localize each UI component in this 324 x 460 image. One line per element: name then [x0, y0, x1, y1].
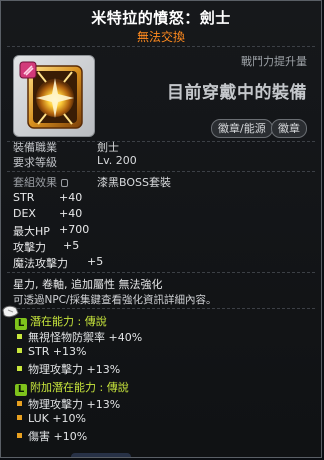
golden-emblem-icon — [19, 61, 83, 129]
bullet-icon — [17, 334, 22, 339]
untradeable-label: 無法交換 — [136, 30, 185, 44]
bullet-icon — [17, 366, 22, 371]
potential-label: 潛在能力 : 傳說 — [30, 315, 107, 328]
bonus-potential-line: 物理攻擊力 +13% — [17, 396, 120, 412]
bonus-potential-label: 附加潛在能力 : 傳說 — [30, 381, 129, 394]
tooltip-header: 米特拉的憤怒：劍士 無法交換 — [1, 1, 321, 45]
bullet-icon — [17, 415, 22, 420]
bullet-icon — [17, 433, 22, 438]
stat-name: 魔法攻擊力 — [13, 257, 68, 270]
header-divider — [7, 46, 315, 47]
background-window-edge — [71, 453, 131, 457]
divider-description — [7, 272, 315, 273]
equipped-status: 目前穿戴中的裝備 — [167, 83, 307, 103]
potential-line: 無視怪物防禦率 +40% — [17, 329, 142, 345]
bullet-icon — [17, 401, 22, 406]
level-requirement-row: 要求等級 Lv. 200 — [13, 154, 137, 170]
enhance-restriction-text: 星力, 卷軸, 追加屬性 無法強化 — [13, 278, 163, 291]
tag-emblem-energy: 徽章/能源 — [211, 119, 273, 138]
divider-potential — [7, 308, 315, 309]
bullet-icon — [17, 348, 22, 353]
tag-emblem: 徽章 — [271, 119, 307, 138]
divider-set — [7, 171, 315, 172]
stat-row: DEX +40 — [13, 207, 82, 220]
potential-header: L 潛在能力 : 傳說 — [15, 313, 107, 330]
stat-row: 攻擊力 +5 — [13, 239, 79, 255]
stat-value: +40 — [59, 207, 83, 220]
mouse-cursor-icon — [2, 305, 19, 318]
stat-row: STR +40 — [13, 191, 82, 204]
stat-name: 最大HP — [13, 225, 50, 238]
potential-line: 物理攻擊力 +13% — [17, 361, 120, 377]
bonus-potential-header: L 附加潛在能力 : 傳說 — [15, 379, 129, 396]
bonus-potential-line-text: 傷害 +10% — [28, 430, 88, 443]
lock-icon — [61, 179, 68, 187]
item-icon-frame — [13, 55, 95, 137]
bonus-potential-line: LUK +10% — [17, 412, 86, 425]
combat-power-label: 戰鬥力提升量 — [241, 55, 307, 68]
potential-line-text: STR +13% — [28, 345, 87, 358]
bonus-potential-line-text: 物理攻擊力 +13% — [28, 398, 121, 411]
stat-value: +5 — [63, 239, 80, 252]
potential-line-text: 無視怪物防禦率 +40% — [28, 331, 143, 344]
potential-line: STR +13% — [17, 345, 87, 358]
stat-name: STR — [13, 191, 35, 204]
level-value: Lv. 200 — [97, 154, 137, 167]
enhance-info-text: 可透過NPC/採集鍵查看強化資訊詳細內容。 — [13, 294, 217, 306]
stat-row: 最大HP +700 — [13, 223, 89, 239]
bonus-potential-line: 傷害 +10% — [17, 428, 87, 444]
potential-line-text: 物理攻擊力 +13% — [28, 363, 121, 376]
stat-name: 攻擊力 — [13, 241, 46, 254]
set-effect-label: 套組效果 — [13, 176, 57, 189]
stat-value: +40 — [59, 191, 83, 204]
stat-value: +5 — [87, 255, 104, 268]
set-effect-row[interactable]: 套組效果 漆黑BOSS套裝 — [13, 174, 171, 190]
stat-row: 魔法攻擊力 +5 — [13, 255, 103, 271]
stat-value: +700 — [59, 223, 90, 236]
bonus-potential-line-text: LUK +10% — [28, 412, 87, 425]
item-tooltip: 米特拉的憤怒：劍士 無法交換 戰鬥力提升量 目前穿戴中的裝備 徽章/能源 徽章 … — [0, 0, 322, 458]
job-requirement-row: 裝備職業 劍士 — [13, 139, 119, 155]
level-label: 要求等級 — [13, 156, 57, 169]
item-title: 米特拉的憤怒：劍士 — [91, 9, 231, 27]
stat-name: DEX — [13, 207, 36, 220]
set-effect-value: 漆黑BOSS套裝 — [97, 176, 171, 189]
job-label: 裝備職業 — [13, 141, 57, 154]
job-value: 劍士 — [97, 141, 119, 154]
legendary-badge-icon: L — [15, 384, 27, 396]
